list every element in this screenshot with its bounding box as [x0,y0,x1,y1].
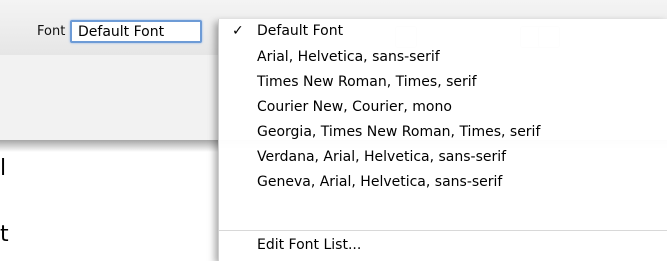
menu-item-geneva[interactable]: Geneva, Arial, Helvetica, sans-serif [219,171,667,193]
menu-item-label: Courier New, Courier, mono [257,99,452,115]
menu-item-arial[interactable]: Arial, Helvetica, sans-serif [219,46,667,68]
menu-item-courier[interactable]: Courier New, Courier, mono [219,96,667,118]
menu-item-label: Geneva, Arial, Helvetica, sans-serif [257,174,503,190]
font-select[interactable]: Default Font [70,20,202,43]
menu-item-label: Verdana, Arial, Helvetica, sans-serif [257,149,507,165]
menu-item-georgia[interactable]: Georgia, Times New Roman, Times, serif [219,121,667,143]
menu-item-label: Default Font [257,23,344,39]
page-text-fragment: l [0,156,7,181]
menu-item-label: Edit Font List... [257,237,362,253]
menu-item-default-font[interactable]: ✓ Default Font [219,20,667,42]
checkmark-icon: ✓ [232,23,244,39]
menu-item-label: Georgia, Times New Roman, Times, serif [257,124,541,140]
menu-item-label: Arial, Helvetica, sans-serif [257,49,440,65]
page-text-fragment: t [0,222,9,247]
font-label: Font [37,24,66,39]
menu-item-label: Times New Roman, Times, serif [257,74,477,90]
menu-item-times[interactable]: Times New Roman, Times, serif [219,71,667,93]
menu-item-verdana[interactable]: Verdana, Arial, Helvetica, sans-serif [219,146,667,168]
menu-separator [219,230,667,231]
menu-item-edit-font-list[interactable]: Edit Font List... [219,234,667,256]
font-dropdown-menu: ✓ Default Font Arial, Helvetica, sans-se… [218,19,667,261]
